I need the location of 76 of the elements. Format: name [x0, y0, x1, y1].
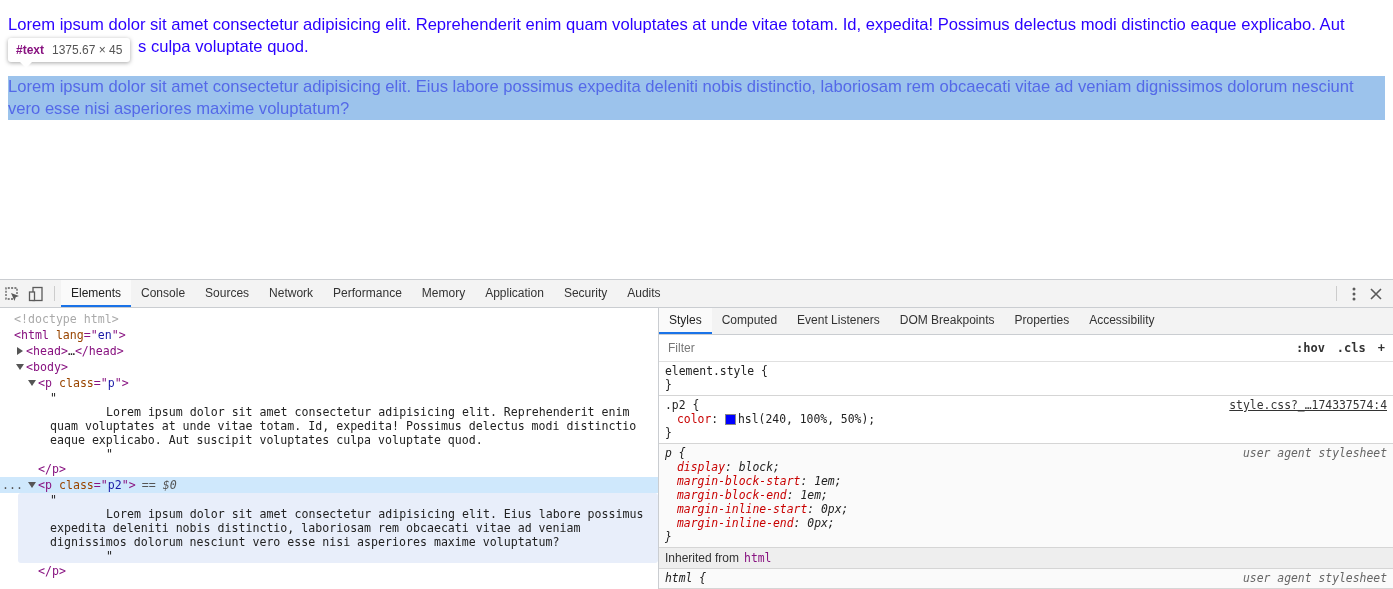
- css-value: 0px;: [821, 502, 849, 516]
- devtools-tab[interactable]: Console: [131, 280, 196, 307]
- colon: :: [807, 502, 815, 516]
- closing-tag: </p>: [38, 564, 66, 578]
- css-value: 1em;: [814, 474, 842, 488]
- node-text: Lorem ipsum dolor sit amet consectetur adipisicing elit. Eius labore possimus expedita deleniti nobis distinctio, laboriosam rem obcaecati vitae ad veniam dignissimos dolorum nesciunt vero esse nisi asperiores maxime voluptatum?: [50, 507, 645, 549]
- colon: :: [793, 516, 801, 530]
- sidebar-tab[interactable]: Event Listeners: [787, 308, 890, 334]
- devtools-tab[interactable]: Application: [475, 280, 554, 307]
- inherited-target[interactable]: html: [744, 551, 772, 565]
- css-value: 0px;: [807, 516, 835, 530]
- sidebar-tab[interactable]: Styles: [659, 308, 712, 334]
- devtools-tab[interactable]: Memory: [411, 280, 476, 307]
- element-tag[interactable]: <head>…</head>: [26, 344, 124, 358]
- color-swatch[interactable]: [725, 413, 736, 425]
- css-property: display: [677, 460, 725, 474]
- inherited-label: Inherited from: [665, 551, 740, 565]
- devtools-tab[interactable]: Network: [259, 280, 324, 307]
- element-tag[interactable]: <p class="p">: [38, 376, 129, 390]
- css-value: 1em;: [800, 488, 828, 502]
- devtools-tab[interactable]: Performance: [323, 280, 412, 307]
- styles-toolbar-button[interactable]: +: [1375, 341, 1387, 355]
- css-selector: html {: [665, 571, 707, 585]
- sidebar-tab[interactable]: Accessibility: [1079, 308, 1165, 334]
- paragraph-line: Lorem ipsum dolor sit amet consectetur adipisicing elit. Reprehenderit enim quam voluptates at unde vitae totam. Id, expedita! Possimus delectus modi distinctio eaque explicabo. Aut: [8, 14, 1345, 36]
- css-property: margin-inline-end: [677, 516, 794, 530]
- closing-brace: }: [665, 378, 673, 392]
- css-value: block;: [738, 460, 780, 474]
- css-selector: .p2 {: [665, 398, 700, 412]
- closing-tag: </p>: [38, 462, 66, 476]
- expanded-triangle-icon[interactable]: [15, 362, 25, 372]
- paragraph-line: s culpa voluptate quod.: [138, 36, 309, 58]
- origin-text: user agent stylesheet: [1243, 446, 1387, 460]
- css-property: margin-inline-start: [677, 502, 808, 516]
- closing-brace: }: [665, 530, 673, 544]
- node-size: 1375.67 × 45: [52, 43, 123, 57]
- selected-marker: == $0: [141, 478, 177, 492]
- node-name: #text: [16, 43, 44, 57]
- sidebar-tab[interactable]: DOM Breakpoints: [889, 308, 1005, 334]
- styles-toolbar-button[interactable]: :hov: [1293, 341, 1327, 355]
- css-property: margin-block-start: [677, 474, 801, 488]
- sidebar-tab[interactable]: Computed: [711, 308, 788, 334]
- quote-text: ": [105, 447, 114, 461]
- expanded-triangle-icon[interactable]: [27, 480, 37, 490]
- devtools-tab[interactable]: Sources: [195, 280, 260, 307]
- paragraph-line: Lorem ipsum dolor sit amet consectetur adipisicing elit. Eius labore possimus expedita deleniti nobis distinctio, laboriosam rem obcaecati vitae ad veniam dignissimos dolorum nesciunt: [8, 76, 1354, 98]
- colon: :: [800, 474, 808, 488]
- sidebar-tab[interactable]: Properties: [1004, 308, 1080, 334]
- quote-text: ": [50, 493, 58, 507]
- css-value: hsl(240, 100%, 50%);: [738, 412, 876, 426]
- css-selector: p {: [665, 446, 686, 460]
- source-link[interactable]: style.css?_…174337574:4: [1229, 398, 1387, 412]
- closing-brace: }: [665, 426, 673, 440]
- colon: :: [711, 412, 719, 426]
- devtools-tab[interactable]: Audits: [617, 280, 671, 307]
- selected-node-row[interactable]: ... <p class="p2"> == $0: [0, 477, 658, 493]
- more-options-text[interactable]: ...: [2, 478, 23, 492]
- devtools-tab[interactable]: Security: [553, 280, 618, 307]
- css-property: color: [677, 412, 712, 426]
- css-selector: element.style {: [665, 364, 768, 378]
- collapsed-triangle-icon[interactable]: [15, 346, 25, 356]
- origin-text: user agent stylesheet: [1243, 571, 1387, 585]
- element-tag[interactable]: <body>: [26, 360, 68, 374]
- colon: :: [725, 460, 732, 474]
- paragraph-line: vero esse nisi asperiores maxime voluptatum?: [8, 98, 350, 120]
- doctype-text: <!doctype html>: [14, 312, 119, 326]
- quote-text: ": [105, 549, 114, 563]
- expanded-triangle-icon[interactable]: [27, 378, 37, 388]
- quote-text: ": [50, 391, 58, 405]
- colon: :: [786, 488, 794, 502]
- element-tag[interactable]: <p class="p2">: [38, 478, 136, 492]
- css-property: margin-block-end: [677, 488, 787, 502]
- element-tag[interactable]: <html lang="en">: [14, 328, 126, 342]
- node-text: Lorem ipsum dolor sit amet consectetur adipisicing elit. Reprehenderit enim quam voluptates at unde vitae totam. Id, expedita! Possimus delectus modi distinctio eaque explicabo. Aut suscipit voluptates culpa voluptate quod.: [50, 405, 638, 447]
- styles-toolbar-button[interactable]: .cls: [1334, 341, 1368, 355]
- devtools-tab[interactable]: Elements: [61, 280, 132, 307]
